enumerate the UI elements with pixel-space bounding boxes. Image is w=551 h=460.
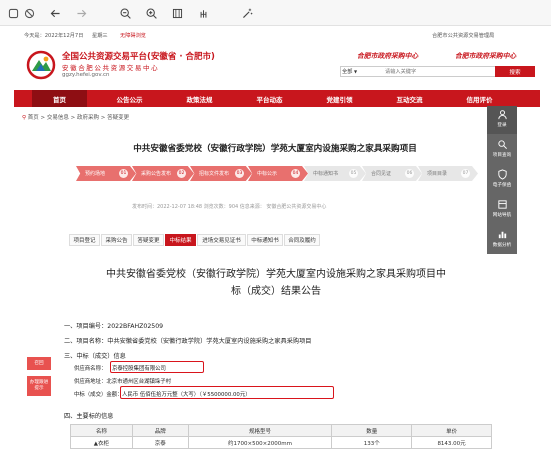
announcement-title: 中共安徽省委党校（安徽行政学院）学苑大厦室内设施采购之家具采购项目中 标（成交）…	[106, 269, 446, 297]
site-nav-tool[interactable]: 网站导航	[487, 196, 517, 224]
zoom-out-icon[interactable]	[116, 4, 134, 22]
nav-announcements[interactable]: 公告公示	[102, 90, 157, 107]
site-url: ggzy.hefei.gov.cn	[62, 72, 110, 78]
tab-bid-result[interactable]: 中标结果	[165, 234, 196, 246]
supplier-address: 供应商地址：北京市通州区台湖镇垛子村	[74, 379, 172, 385]
search-icon	[497, 140, 507, 149]
search-scope-select[interactable]: 全部 ▼	[342, 68, 382, 75]
site-subtitle: 安徽合肥公共资源交易中心	[62, 64, 160, 72]
org-link[interactable]: 合肥市公共资源交易管理局	[432, 32, 494, 39]
publish-meta: 发布时间：2022-12-07 18:48 浏览次数：904 信息来源： 安徽合…	[132, 204, 327, 210]
login-tool[interactable]: 登录	[487, 106, 517, 134]
tab-registration[interactable]: 项目登记	[69, 234, 100, 246]
slogan-left: 合肥市政府采购中心	[357, 52, 419, 60]
back-arrow-icon[interactable]	[46, 4, 64, 22]
magic-wand-icon[interactable]	[238, 4, 256, 22]
data-analysis-tool[interactable]: 数据分析	[487, 226, 517, 254]
site-title: 全国公共资源交易平台(安徽省 · 合肥市)	[62, 52, 215, 62]
step-3[interactable]: 招标文件发布 03	[190, 166, 252, 181]
nav-home[interactable]: 首页	[32, 90, 87, 107]
main-nav: 首页 公告公示 政策法规 平台动态 党建引领 互动交流 信用评价	[14, 90, 540, 107]
step-2[interactable]: 采购公告发布 02	[132, 166, 194, 181]
project-number: 一、项目编号：2022BFAHZ02509	[64, 323, 164, 330]
forward-arrow-icon[interactable]	[72, 4, 90, 22]
zoom-in-icon[interactable]	[142, 4, 160, 22]
col-name: 名称	[70, 424, 133, 437]
table-row: ▲衣柜 京泰 约1700×500×2000mm 133个 8143.00元	[70, 436, 492, 449]
cell-quantity: 133个	[331, 436, 413, 449]
tab-procurement-notice[interactable]: 采购公告	[101, 234, 132, 246]
supplier-highlight	[110, 361, 204, 373]
chart-icon	[498, 231, 506, 239]
supplier-label: 供应商名称：	[74, 366, 107, 372]
recall-float-button[interactable]: 召回	[27, 357, 51, 370]
current-date: 今天是：2022年12月7日	[24, 33, 84, 39]
site-header: 全国公共资源交易平台(安徽省 · 合肥市) 安徽合肥公共资源交易中心 ggzy.…	[14, 42, 540, 90]
cell-price: 8143.00元	[411, 436, 492, 449]
e-guarantee-tool[interactable]: 电子保函	[487, 166, 517, 194]
table-header-row: 名称 品牌 规格型号 数量 单价	[70, 424, 492, 437]
col-brand: 品牌	[131, 424, 189, 437]
breadcrumb: ⚲ 首页 > 交易信息 > 政府采购 > 答疑变更	[22, 113, 129, 121]
progress-tip-float-button[interactable]: 办理跟进提示	[27, 376, 51, 396]
site-logo[interactable]	[26, 50, 56, 80]
cell-brand: 京泰	[131, 436, 189, 449]
progress-steps: 预约场地 01 采购公告发布 02 招标文件发布 03 中标公示 04 中标通知书 05 …	[76, 166, 496, 182]
project-search-tool[interactable]: 项目查询	[487, 136, 517, 164]
search-box: 全部 ▼ 搜索	[340, 66, 535, 77]
shield-icon	[497, 169, 507, 180]
col-quantity: 数量	[331, 424, 413, 437]
accessibility-link[interactable]: 无障碍浏览	[120, 32, 146, 39]
step-1[interactable]: 预约场地 01	[76, 166, 136, 181]
user-icon	[497, 110, 507, 120]
bid-info-heading: 三、中标（成交）信息	[64, 353, 126, 360]
col-spec: 规格型号	[187, 424, 333, 437]
tab-contract[interactable]: 合同及履约	[284, 234, 320, 246]
right-toolbar: 登录 项目查询 电子保函 网站导航 数据分析	[487, 106, 517, 254]
project-name: 二、项目名称：中共安徽省委党校（安徽行政学院）学苑大厦室内设施采购之家具采购项目	[64, 338, 312, 345]
weekday: 星期三	[92, 33, 108, 39]
cell-name: ▲衣柜	[70, 436, 133, 449]
sitemap-icon	[497, 200, 507, 209]
nav-interaction[interactable]: 互动交流	[382, 90, 437, 107]
nav-platform-news[interactable]: 平台动态	[242, 90, 297, 107]
nav-policies[interactable]: 政策法规	[172, 90, 227, 107]
step-7[interactable]: 项目目录 07	[418, 166, 478, 181]
tab-bid-notice[interactable]: 中标通知书	[247, 234, 283, 246]
tab-qa-changes[interactable]: 答疑变更	[133, 234, 164, 246]
browser-toolbar	[0, 0, 551, 26]
search-button[interactable]: 搜索	[495, 66, 535, 77]
drag-hand-icon[interactable]	[194, 4, 212, 22]
nav-credit[interactable]: 信用评价	[452, 90, 507, 107]
breadcrumb-text[interactable]: 首页 > 交易信息 > 政府采购 > 答疑变更	[28, 115, 129, 121]
top-info-strip: 今天是：2022年12月7日 星期三 无障碍浏览 合肥市公共资源交易管理局	[14, 30, 540, 42]
tab-trade-certificate[interactable]: 进场交易见证书	[197, 234, 246, 246]
location-pin-icon: ⚲	[22, 115, 27, 121]
page-title: 中共安徽省委党校（安徽行政学院）学苑大厦室内设施采购之家具采购项目	[133, 144, 417, 154]
amount-label: 中标（成交）金额：	[74, 392, 123, 398]
step-5[interactable]: 中标通知书 05	[304, 166, 366, 181]
amount-highlight	[120, 386, 334, 399]
search-input[interactable]	[385, 67, 485, 76]
step-6[interactable]: 合同见证 06	[362, 166, 422, 181]
block-icon[interactable]	[20, 4, 38, 22]
step-4[interactable]: 中标公示 04	[248, 166, 308, 181]
col-price: 单价	[411, 424, 492, 437]
items-table: 名称 品牌 规格型号 数量 单价 ▲衣柜 京泰 约1700×500×2000mm…	[70, 424, 492, 449]
slogan-right: 合肥市政府采购中心	[455, 52, 517, 60]
nav-party-building[interactable]: 党建引领	[312, 90, 367, 107]
fit-page-icon[interactable]	[168, 4, 186, 22]
items-heading: 四、主要标的信息	[64, 413, 114, 420]
cell-spec: 约1700×500×2000mm	[187, 436, 333, 449]
